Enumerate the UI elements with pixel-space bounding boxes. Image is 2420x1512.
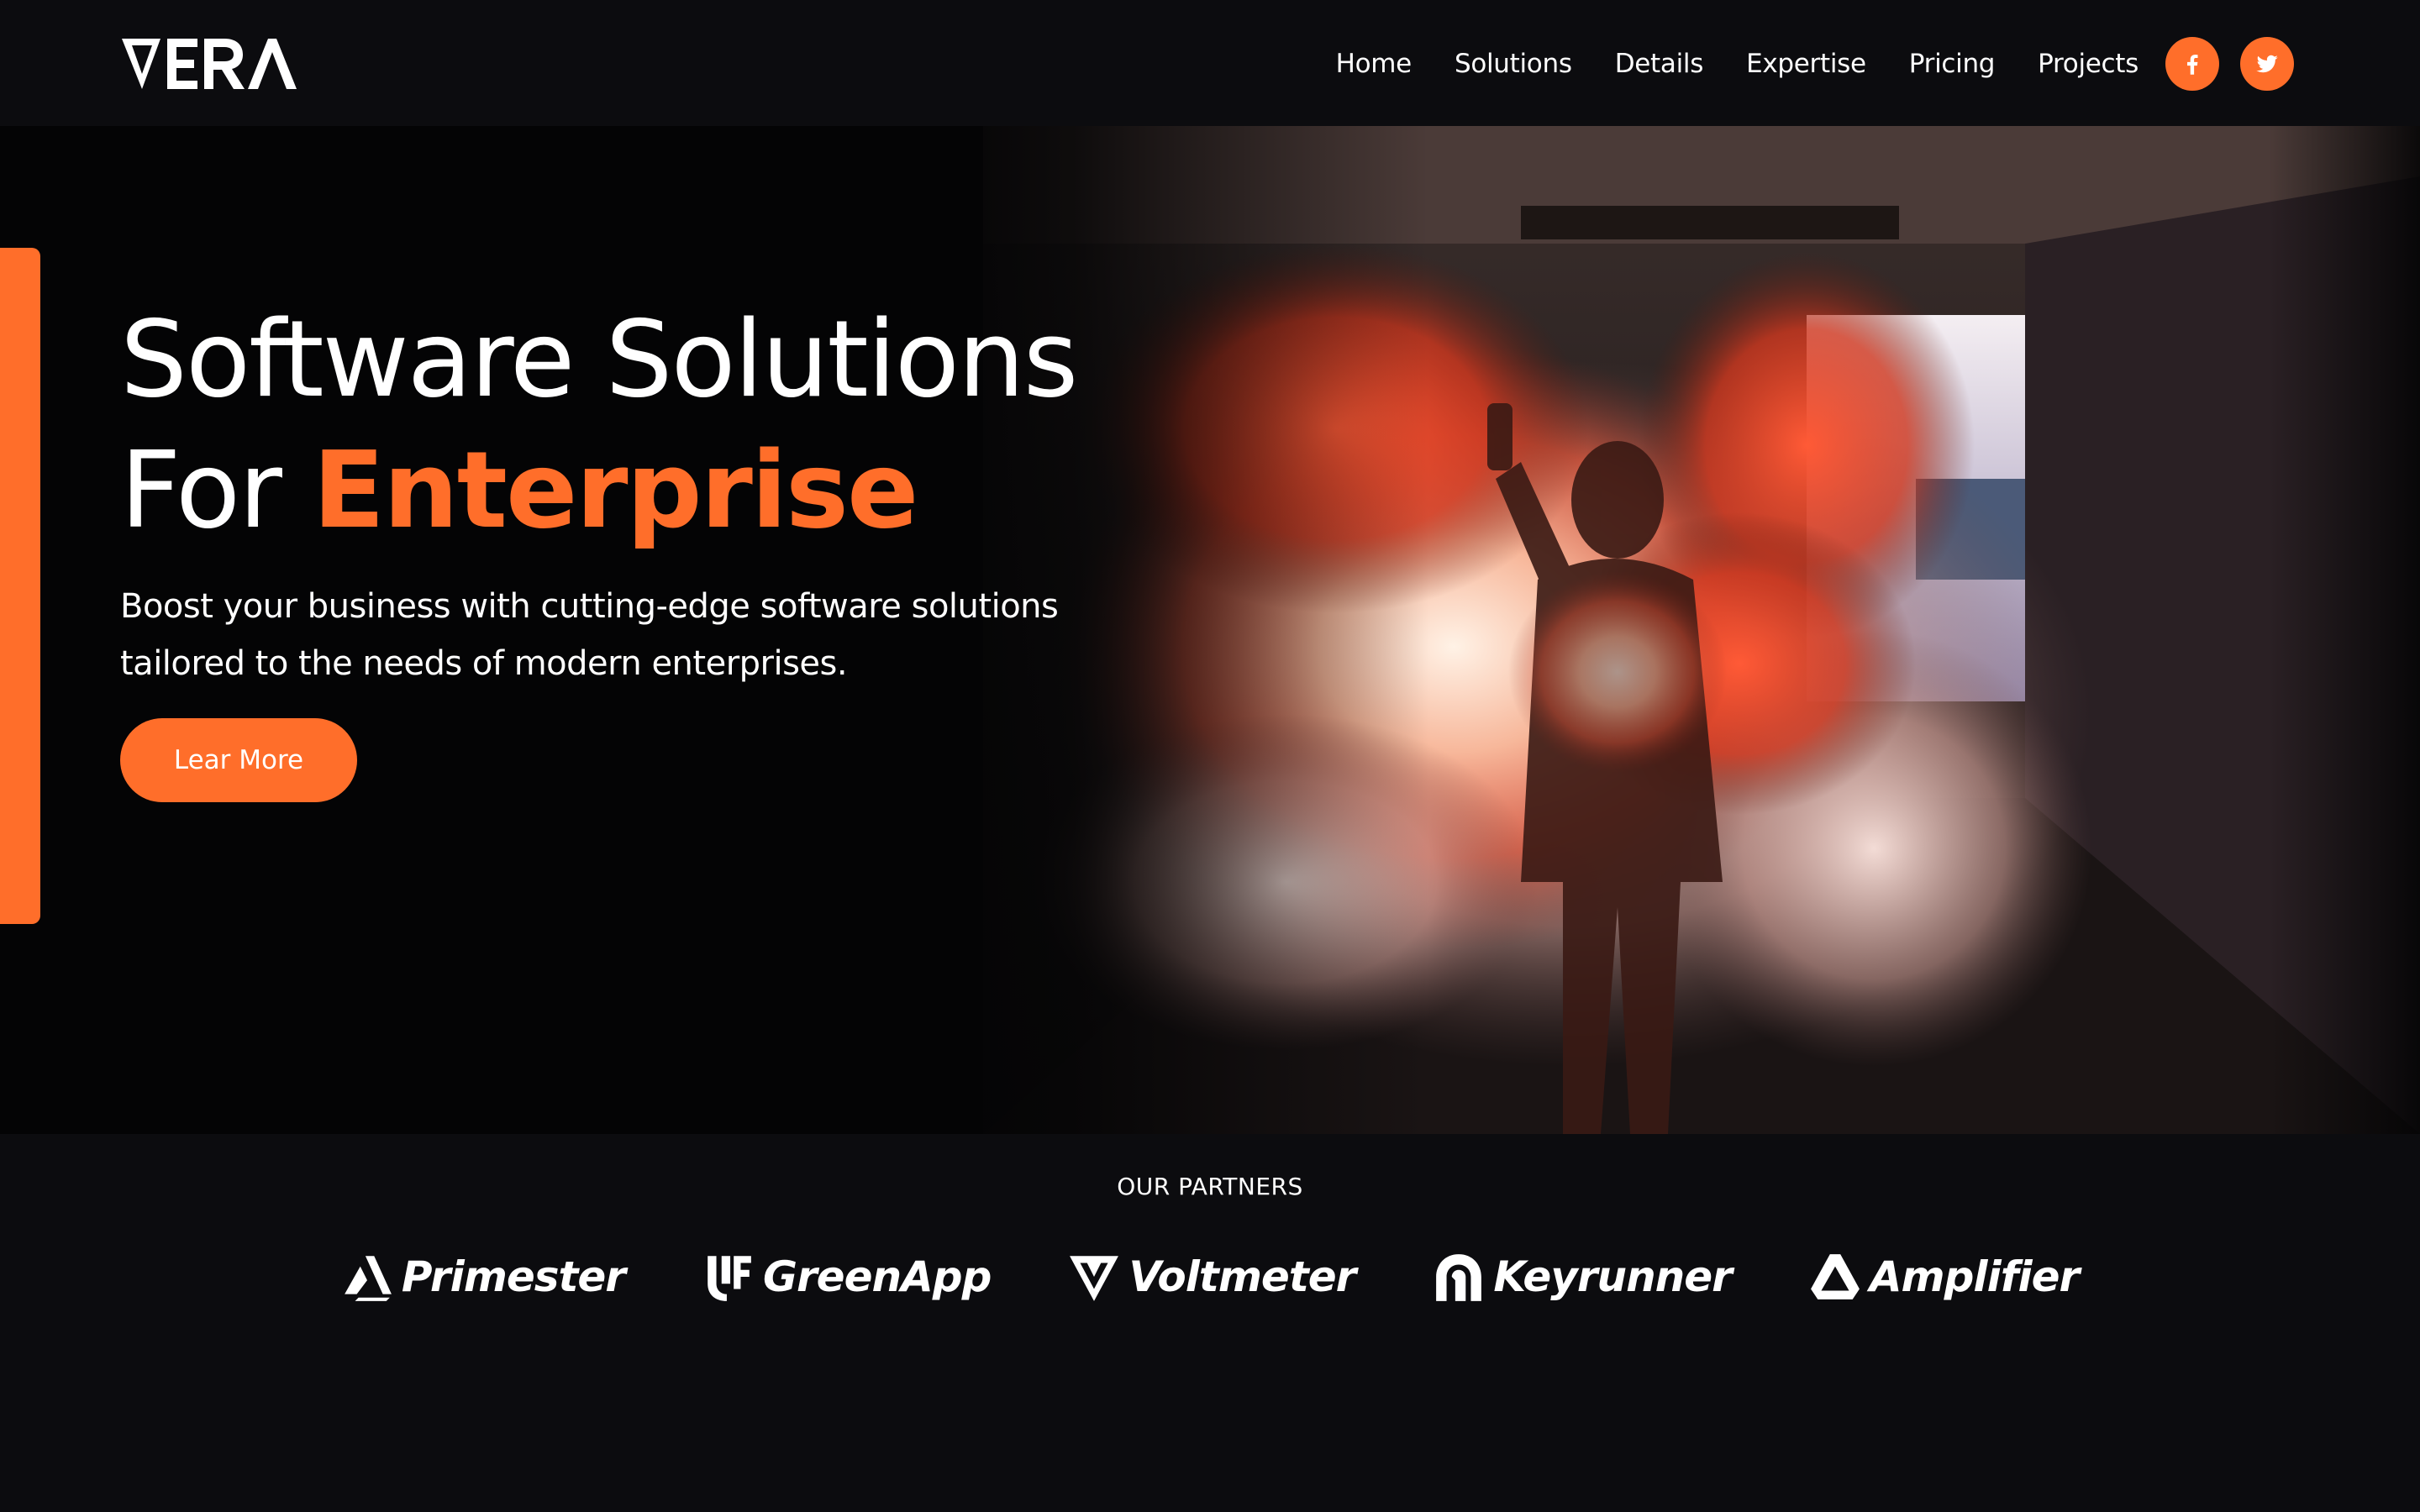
main-nav: Home Solutions Details Expertise Pricing… [1336, 37, 2294, 91]
greenapp-logo-icon [708, 1256, 751, 1301]
hero-section: Software Solutions For Enterprise Boost … [0, 126, 2420, 1134]
hero-title-accent: Enterprise [312, 428, 919, 552]
partners-section: OUR PARTNERS Primester GreenApp Voltmete… [0, 1134, 2420, 1512]
partner-voltmeter[interactable]: Voltmeter [1068, 1251, 1356, 1303]
partner-name-amplifier: Amplifier [1869, 1252, 2080, 1301]
hero-subtitle-line2: tailored to the needs of modern enterpri… [120, 644, 848, 683]
twitter-icon [2256, 55, 2278, 73]
partner-name-voltmeter: Voltmeter [1128, 1252, 1356, 1301]
hero-subtitle: Boost your business with cutting-edge so… [120, 578, 1128, 692]
partner-list: Primester GreenApp Voltmeter Keyrunner A… [0, 1243, 2420, 1310]
hero-accent-bar [0, 248, 40, 924]
partners-heading: OUR PARTNERS [1117, 1173, 1303, 1200]
amplifier-logo-icon [1810, 1254, 1860, 1299]
nav-projects[interactable]: Projects [2038, 49, 2139, 79]
nav-expertise[interactable]: Expertise [1746, 49, 1866, 79]
facebook-icon [2187, 55, 2198, 75]
learn-more-button[interactable]: Lear More [120, 718, 357, 802]
nav-pricing[interactable]: Pricing [1909, 49, 1996, 79]
partner-name-keyrunner: Keyrunner [1493, 1252, 1733, 1301]
partner-name-primester: Primester [401, 1252, 626, 1301]
hero-title-prefix: For [120, 428, 313, 552]
landing-page: Home Solutions Details Expertise Pricing… [0, 0, 2420, 1512]
vera-logo[interactable] [120, 35, 297, 94]
keyrunner-logo-icon [1436, 1254, 1482, 1301]
partner-greenapp[interactable]: GreenApp [702, 1251, 992, 1303]
site-header: Home Solutions Details Expertise Pricing… [0, 0, 2420, 126]
hero-title: Software Solutions For Enterprise [120, 294, 1213, 556]
partner-keyrunner[interactable]: Keyrunner [1433, 1251, 1733, 1303]
nav-solutions[interactable]: Solutions [1455, 49, 1572, 79]
twitter-button[interactable] [2240, 37, 2294, 91]
hero-fade-right [2269, 126, 2420, 1134]
primester-logo-icon [344, 1256, 392, 1301]
partner-name-greenapp: GreenApp [762, 1252, 992, 1301]
facebook-button[interactable] [2165, 37, 2219, 91]
nav-home[interactable]: Home [1336, 49, 1413, 79]
hero-title-line2: For Enterprise [120, 425, 1213, 556]
nav-details[interactable]: Details [1615, 49, 1704, 79]
hero-title-line1: Software Solutions [120, 297, 1078, 421]
partner-amplifier[interactable]: Amplifier [1809, 1251, 2080, 1303]
voltmeter-logo-icon [1070, 1256, 1119, 1301]
hero-subtitle-line1: Boost your business with cutting-edge so… [120, 587, 1059, 626]
partner-primester[interactable]: Primester [341, 1251, 626, 1303]
